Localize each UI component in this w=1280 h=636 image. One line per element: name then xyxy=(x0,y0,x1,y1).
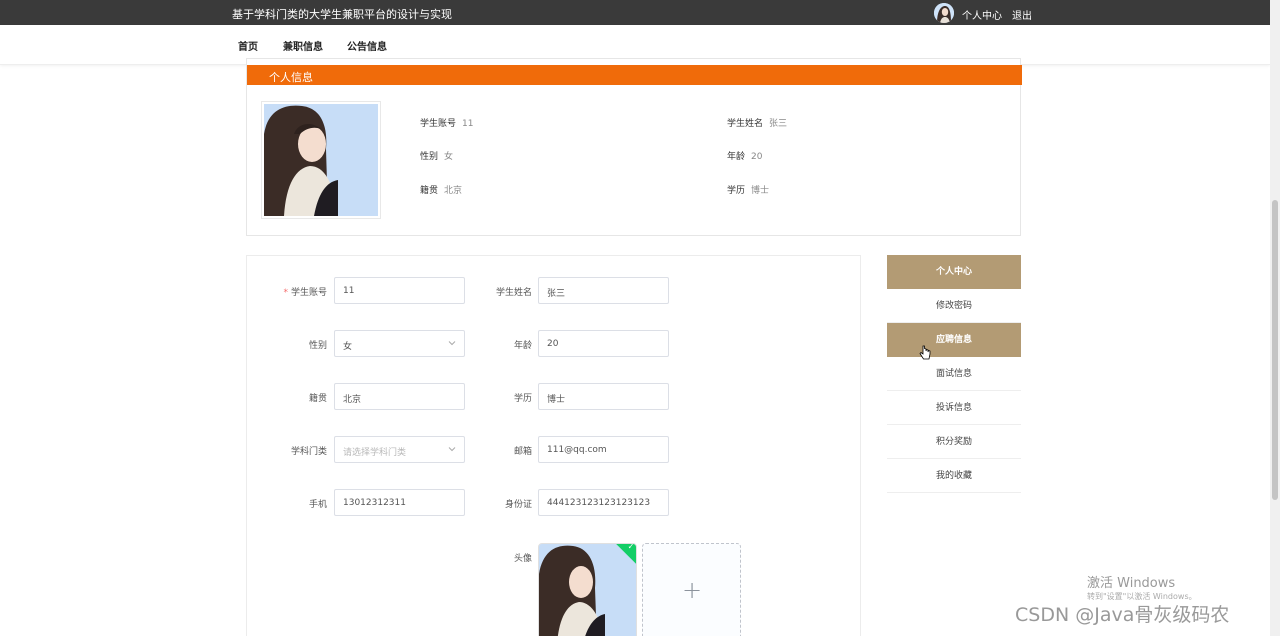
activate-windows-title: 激活 Windows xyxy=(1087,576,1176,591)
email-input[interactable]: 111@qq.com xyxy=(538,436,669,463)
age-input[interactable]: 20 xyxy=(538,330,669,357)
side-item-points[interactable]: 积分奖励 xyxy=(887,425,1021,459)
gender-select[interactable]: 女 xyxy=(334,330,465,357)
check-icon: ✓ xyxy=(627,543,635,552)
profile-field-account: 学生账号 11 xyxy=(420,119,474,129)
nav-home[interactable]: 首页 xyxy=(238,38,258,53)
logout-link[interactable]: 退出 xyxy=(1012,7,1032,22)
avatar-upload-button[interactable]: + xyxy=(642,543,741,636)
discipline-placeholder: 请选择学科门类 xyxy=(343,448,407,458)
discipline-label: 学科门类 xyxy=(290,447,327,457)
gender-select-value: 女 xyxy=(343,342,353,352)
profile-info-title: 个人信息 xyxy=(269,71,313,84)
profile-field-name: 学生姓名 张三 xyxy=(727,119,788,129)
hand-cursor-icon xyxy=(919,345,931,360)
scrollbar-thumb[interactable] xyxy=(1272,200,1278,500)
nav-announcements[interactable]: 公告信息 xyxy=(347,38,387,53)
profile-field-hometown: 籍贯 北京 xyxy=(420,186,463,196)
page-scrollbar[interactable] xyxy=(1270,0,1280,636)
education-label: 学历 xyxy=(513,394,532,404)
account-input[interactable]: 11 xyxy=(334,277,465,304)
user-center-link[interactable]: 个人中心 xyxy=(962,7,1002,22)
side-item-applications[interactable]: 应聘信息 xyxy=(887,323,1021,357)
phone-label: 手机 xyxy=(308,500,327,510)
profile-info-header: 个人信息 xyxy=(247,65,1022,85)
site-title: 基于学科门类的大学生兼职平台的设计与实现 xyxy=(232,8,452,21)
uploaded-avatar[interactable]: ✓ xyxy=(538,543,637,636)
idcard-input[interactable]: 444123123123123123 xyxy=(538,489,669,516)
education-input[interactable]: 博士 xyxy=(538,383,669,410)
email-label: 邮箱 xyxy=(513,447,532,457)
name-input[interactable]: 张三 xyxy=(538,277,669,304)
discipline-select[interactable]: 请选择学科门类 xyxy=(334,436,465,463)
avatar-label: 头像 xyxy=(513,554,532,564)
side-item-change-password[interactable]: 修改密码 xyxy=(887,289,1021,323)
csdn-watermark: CSDN @Java骨灰级码农 xyxy=(1015,604,1230,626)
hometown-label: 籍贯 xyxy=(308,394,327,404)
side-item-user-center[interactable]: 个人中心 xyxy=(887,255,1021,289)
phone-input[interactable]: 13012312311 xyxy=(334,489,465,516)
nav-parttime-info[interactable]: 兼职信息 xyxy=(283,38,323,53)
name-label: 学生姓名 xyxy=(495,288,532,298)
side-item-complaints[interactable]: 投诉信息 xyxy=(887,391,1021,425)
idcard-label: 身份证 xyxy=(504,500,532,510)
profile-photo xyxy=(261,101,381,219)
profile-edit-form: * 学生账号 11 学生姓名 张三 性别 女 年龄 20 籍贯 北京 学历 博士 … xyxy=(246,255,861,636)
profile-field-age: 年龄 20 xyxy=(727,152,763,162)
account-label: * 学生账号 xyxy=(283,288,327,298)
plus-icon: + xyxy=(682,576,703,604)
profile-field-gender: 性别女 xyxy=(420,152,454,162)
top-bar: 基于学科门类的大学生兼职平台的设计与实现 个人中心 退出 xyxy=(0,0,1280,25)
profile-field-education: 学历 博士 xyxy=(727,186,770,196)
profile-info-card: 个人信息 学生账号 11 学生姓名 张三 性别女 年龄 20 籍贯 北京 学历 博士 xyxy=(246,58,1022,236)
age-label: 年龄 xyxy=(513,341,532,351)
hometown-input[interactable]: 北京 xyxy=(334,383,465,410)
gender-label: 性别 xyxy=(308,341,327,351)
side-item-interviews[interactable]: 面试信息 xyxy=(887,357,1021,391)
user-avatar[interactable] xyxy=(934,3,954,23)
side-item-favorites[interactable]: 我的收藏 xyxy=(887,459,1021,493)
